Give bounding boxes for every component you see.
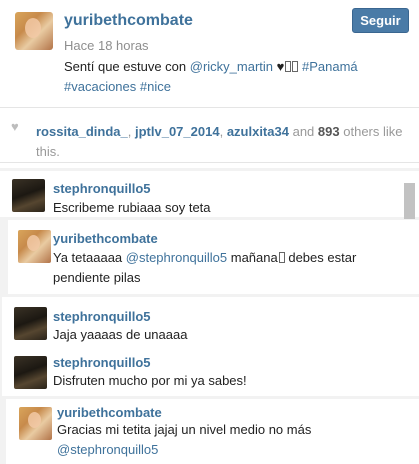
likes-count[interactable]: 893 xyxy=(318,124,340,139)
caption-text: Sentí que estuve con xyxy=(64,59,190,74)
liker-link[interactable]: azulxita34 xyxy=(227,124,289,139)
comment-username[interactable]: stephronquillo5 xyxy=(53,309,151,324)
missing-glyph-icon xyxy=(285,61,292,72)
divider xyxy=(0,162,419,163)
comment-text-part: mañana xyxy=(227,250,278,265)
comment-mention[interactable]: @stephronquillo5 xyxy=(126,250,227,265)
missing-glyph-icon xyxy=(292,61,299,72)
post-header: yuribethcombate Hace 18 horas Sentí que … xyxy=(0,0,419,108)
likes-and-word: and xyxy=(292,124,315,139)
comment-username[interactable]: yuribethcombate xyxy=(57,405,162,420)
heart-icon[interactable]: ♥ xyxy=(11,119,19,134)
comment-item: stephronquillo5 Jaja yaaaas de unaaaa st… xyxy=(2,297,419,396)
comment-text: Ya tetaaaaa @stephronquillo5 mañana debe… xyxy=(53,248,398,288)
comment-text: Gracias mi tetita jajaj un nivel medio n… xyxy=(57,420,407,460)
comment-item: yuribethcombate Ya tetaaaaa @stephronqui… xyxy=(8,220,419,294)
comment-text: Disfruten mucho por mi ya sabes! xyxy=(53,373,247,388)
commenter-avatar[interactable] xyxy=(19,407,52,440)
comment-username[interactable]: stephronquillo5 xyxy=(53,181,151,196)
commenter-avatar[interactable] xyxy=(14,356,47,389)
author-username[interactable]: yuribethcombate xyxy=(64,12,193,30)
caption-mention[interactable]: @ricky_martin xyxy=(190,59,273,74)
commenter-avatar[interactable] xyxy=(12,179,45,212)
commenter-avatar[interactable] xyxy=(18,230,51,263)
comment-mention[interactable]: @stephronquillo5 xyxy=(57,442,158,457)
comment-text: Jaja yaaaas de unaaaa xyxy=(53,327,188,342)
comments-list[interactable]: stephronquillo5 Escribeme rubiaaa soy te… xyxy=(0,168,419,464)
comment-item: stephronquillo5 Escribeme rubiaaa soy te… xyxy=(0,171,419,217)
hashtag[interactable]: #vacaciones xyxy=(64,79,136,94)
post-caption: Sentí que estuve con @ricky_martin ♥ #Pa… xyxy=(64,57,409,97)
liker-link[interactable]: jptlv_07_2014 xyxy=(135,124,220,139)
hashtag[interactable]: #Panamá xyxy=(302,59,358,74)
author-avatar[interactable] xyxy=(15,12,53,50)
comment-text-part: Ya tetaaaaa xyxy=(53,250,126,265)
liker-link[interactable]: rossita_dinda_ xyxy=(36,124,128,139)
comment-username[interactable]: yuribethcombate xyxy=(53,231,158,246)
commenter-avatar[interactable] xyxy=(14,307,47,340)
heart-emoji-icon: ♥ xyxy=(276,59,285,74)
comments-scrollbar[interactable] xyxy=(404,183,415,219)
post-timestamp: Hace 18 horas xyxy=(64,38,149,53)
hashtag[interactable]: #nice xyxy=(140,79,171,94)
likes-section: ♥ rossita_dinda_, jptlv_07_2014, azulxit… xyxy=(0,108,419,162)
comment-text-part: Gracias mi tetita jajaj un nivel medio n… xyxy=(57,422,312,437)
likes-summary: rossita_dinda_, jptlv_07_2014, azulxita3… xyxy=(36,124,403,159)
comment-item: yuribethcombate Gracias mi tetita jajaj … xyxy=(6,399,419,464)
follow-button[interactable]: Seguir xyxy=(352,8,409,33)
comment-username[interactable]: stephronquillo5 xyxy=(53,355,151,370)
comment-text: Escribeme rubiaaa soy teta xyxy=(53,200,211,215)
